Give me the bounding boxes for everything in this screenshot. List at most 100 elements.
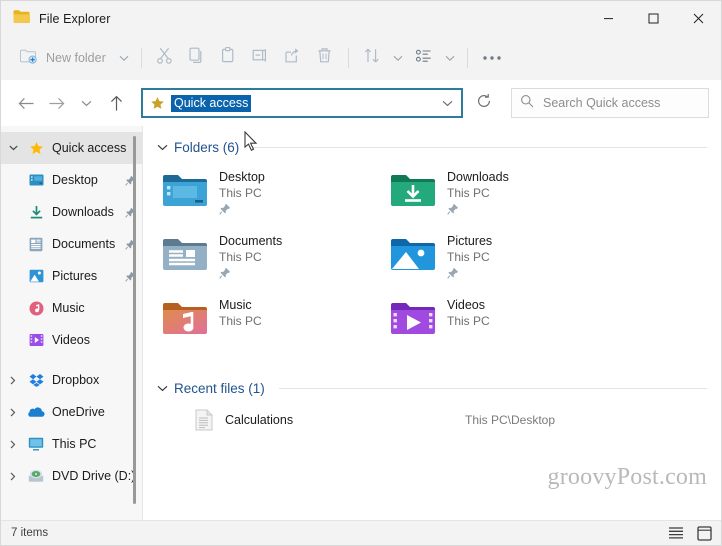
folder-tile-text: Downloads This PC (447, 167, 509, 220)
address-bar-chevron-down-icon[interactable] (437, 100, 457, 107)
folder-tile-desktop[interactable]: Desktop This PC (157, 165, 385, 229)
sidebar-item-videos[interactable]: Videos (1, 324, 142, 356)
toolbar-divider-2 (347, 48, 349, 68)
share-button[interactable] (277, 42, 309, 74)
folder-desktop-icon (161, 167, 209, 215)
chevron-down-icon[interactable] (157, 385, 168, 392)
sort-button[interactable] (356, 42, 388, 74)
document-file-icon (191, 409, 217, 431)
sidebar-item-quick-access[interactable]: Quick access (1, 132, 142, 164)
refresh-button[interactable] (469, 88, 499, 118)
folder-tile-videos[interactable]: Videos This PC (385, 293, 613, 357)
sidebar-item-documents[interactable]: Documents (1, 228, 142, 260)
chevron-down-icon (81, 94, 92, 112)
this-pc-icon (25, 437, 47, 451)
sidebar-item-label: Desktop (52, 173, 98, 187)
new-folder-button[interactable]: New folder (13, 42, 114, 74)
new-folder-icon (19, 47, 38, 70)
chevron-right-icon[interactable] (1, 439, 25, 449)
sidebar-item-label: Music (52, 301, 85, 315)
sidebar-item-pictures[interactable]: Pictures (1, 260, 142, 292)
star-icon (150, 96, 165, 111)
chevron-right-icon[interactable] (1, 407, 25, 417)
new-folder-chevron-down-icon[interactable] (114, 55, 134, 62)
folder-tile-text: Pictures This PC (447, 231, 492, 284)
folder-tile-downloads[interactable]: Downloads This PC (385, 165, 613, 229)
sidebar-item-label: Videos (52, 333, 90, 347)
group-divider (253, 147, 707, 148)
sidebar-item-desktop[interactable]: Desktop (1, 164, 142, 196)
chevron-right-icon[interactable] (1, 471, 25, 481)
cut-button[interactable] (149, 42, 181, 74)
sidebar-item-label: Documents (52, 237, 116, 251)
up-button[interactable] (101, 88, 131, 118)
recent-locations-button[interactable] (71, 88, 101, 118)
large-icons-view-icon[interactable] (695, 524, 713, 542)
pin-icon[interactable] (219, 266, 282, 284)
navigation-bar: Quick access Search Quick access (1, 80, 721, 126)
minimize-button[interactable] (586, 1, 631, 36)
pin-icon[interactable] (447, 202, 509, 220)
folder-tile-name: Music (219, 298, 252, 312)
address-bar-value[interactable]: Quick access (171, 94, 252, 112)
details-view-icon[interactable] (667, 524, 685, 542)
navigation-pane: Quick access Desktop Downloads Documents… (1, 126, 142, 520)
folder-tile-documents[interactable]: Documents This PC (157, 229, 385, 293)
dropbox-icon (25, 373, 47, 387)
search-input[interactable]: Search Quick access (543, 96, 660, 110)
see-more-button[interactable] (475, 42, 509, 74)
folder-tile-music[interactable]: Music This PC (157, 293, 385, 357)
sidebar-scrollbar-thumb[interactable] (133, 136, 136, 504)
sidebar-item-dropbox[interactable]: Dropbox (1, 364, 142, 396)
paste-button[interactable] (213, 42, 245, 74)
sidebar-scrollbar[interactable] (131, 134, 138, 512)
folder-tile-name: Videos (447, 298, 485, 312)
forward-button[interactable] (41, 88, 71, 118)
search-box[interactable]: Search Quick access (511, 88, 709, 118)
sort-chevron-down-icon[interactable] (388, 55, 408, 62)
videos-icon (25, 333, 47, 347)
sidebar-item-this-pc[interactable]: This PC (1, 428, 142, 460)
folder-tile-text: Videos This PC (447, 295, 490, 329)
chevron-down-icon[interactable] (157, 144, 168, 151)
sidebar-item-downloads[interactable]: Downloads (1, 196, 142, 228)
folder-tile-name: Desktop (219, 170, 265, 184)
sidebar-item-dvd-drive[interactable]: DVD Drive (D:) C (1, 460, 142, 492)
view-chevron-down-icon[interactable] (440, 55, 460, 62)
toolbar-divider-1 (140, 48, 142, 68)
sidebar-item-label: Quick access (52, 141, 127, 155)
maximize-button[interactable] (631, 1, 676, 36)
title-bar: File Explorer (1, 1, 721, 36)
folder-tile-text: Desktop This PC (219, 167, 265, 220)
main-body: Quick access Desktop Downloads Documents… (1, 126, 721, 520)
sidebar-item-onedrive[interactable]: OneDrive (1, 396, 142, 428)
search-icon (520, 94, 534, 113)
sidebar-item-label: Downloads (52, 205, 114, 219)
delete-button[interactable] (309, 42, 341, 74)
title-bar-left: File Explorer (1, 9, 110, 29)
address-bar[interactable]: Quick access (141, 88, 463, 118)
folder-tile-name: Downloads (447, 170, 509, 184)
window-controls (586, 1, 721, 36)
chevron-right-icon[interactable] (1, 375, 25, 385)
status-view-toggles (667, 524, 713, 542)
folder-tile-subtitle: This PC (219, 314, 262, 328)
back-button[interactable] (11, 88, 41, 118)
folder-tile-pictures[interactable]: Pictures This PC (385, 229, 613, 293)
sidebar-item-label: Dropbox (52, 373, 100, 387)
recent-file-row[interactable]: Calculations This PC\Desktop (157, 404, 721, 436)
view-button[interactable] (408, 42, 440, 74)
folder-pictures-icon (389, 231, 437, 279)
folder-tile-text: Documents This PC (219, 231, 282, 284)
music-icon (25, 301, 47, 316)
pin-icon[interactable] (219, 202, 265, 220)
chevron-down-icon[interactable] (1, 145, 25, 151)
close-button[interactable] (676, 1, 721, 36)
sidebar-item-label: This PC (52, 437, 97, 451)
sidebar-item-music[interactable]: Music (1, 292, 142, 324)
rename-button[interactable] (245, 42, 277, 74)
copy-button[interactable] (181, 42, 213, 74)
pin-icon[interactable] (447, 266, 492, 284)
recent-files-group-header[interactable]: Recent files (1) (157, 381, 721, 396)
folders-group-header[interactable]: Folders (6) (157, 140, 721, 155)
